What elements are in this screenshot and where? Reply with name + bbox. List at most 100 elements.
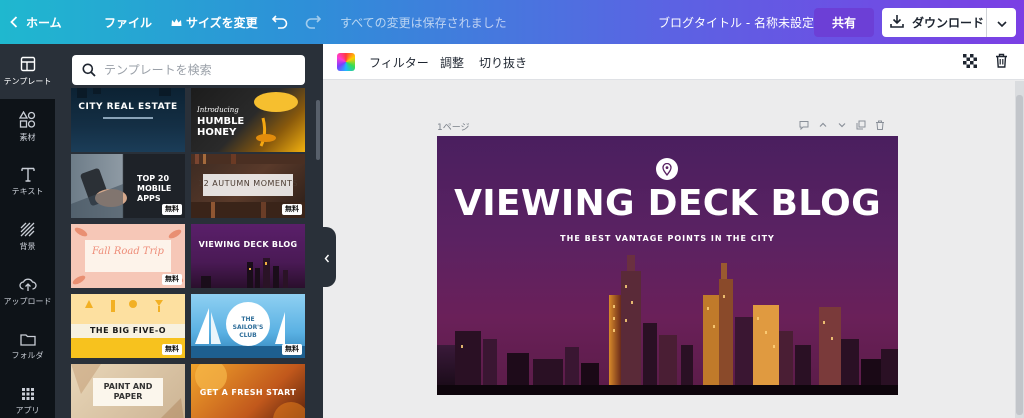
download-button-group: ダウンロード <box>882 8 1016 37</box>
template-thumbnail[interactable]: THE BIG FIVE-O 無料 <box>71 294 185 358</box>
editor-scrollbar-thumb[interactable] <box>1016 95 1023 415</box>
folder-icon <box>19 333 36 346</box>
template-thumbnail[interactable]: Fall Road Trip 無料 <box>71 224 185 288</box>
file-label: ファイル <box>104 15 153 30</box>
template-title: 12 AUTUMN MOMENTS <box>198 179 298 188</box>
file-menu-button[interactable]: ファイル <box>104 0 152 44</box>
rail-item-upload[interactable]: アップロード <box>0 264 55 319</box>
color-picker-button[interactable] <box>337 53 355 71</box>
rail-item-folder[interactable]: フォルダ <box>0 319 55 374</box>
page-label: 1ページ <box>437 123 470 133</box>
panel-scrollbar-thumb[interactable] <box>316 100 320 160</box>
document-title[interactable]: ブログタイトル - 名称未設定 <box>658 0 814 44</box>
rail-item-apps[interactable]: アプリ <box>0 374 55 418</box>
canvas-headline[interactable]: VIEWING DECK BLOG <box>437 183 898 224</box>
chevron-down-icon <box>996 16 1007 30</box>
side-rail: テンプレート 素材 テキスト 背景 アップロード フォルダ アプリ <box>0 44 55 418</box>
undo-button[interactable] <box>272 0 288 44</box>
background-icon <box>20 222 35 237</box>
template-thumbnail[interactable]: 12 AUTUMN MOMENTS 無料 <box>191 154 305 218</box>
canvas-subheadline[interactable]: THE BEST VANTAGE POINTS IN THE CITY <box>437 234 898 243</box>
rail-item-text[interactable]: テキスト <box>0 154 55 209</box>
apps-icon <box>21 387 35 401</box>
free-badge: 無料 <box>162 204 182 215</box>
template-thumbnail[interactable]: GET A FRESH START <box>191 364 305 418</box>
top-bar: ホーム ファイル サイズを変更 すべての変更は保存されました ブログタイトル -… <box>0 0 1024 44</box>
template-thumbnail[interactable]: Introducing HUMBLE HONEY <box>191 88 305 152</box>
template-title: PAINT AND PAPER <box>103 382 153 401</box>
trash-icon[interactable] <box>875 115 885 134</box>
free-badge: 無料 <box>282 344 302 355</box>
rail-item-background[interactable]: 背景 <box>0 209 55 264</box>
rail-label: 素材 <box>19 132 36 142</box>
chevron-left-icon <box>324 248 330 267</box>
template-title: Fall Road Trip <box>92 246 164 257</box>
city-skyline-graphic <box>201 258 288 288</box>
chevron-left-icon <box>10 16 18 28</box>
upload-icon <box>18 277 37 292</box>
crop-button[interactable]: 切り抜き <box>479 44 527 80</box>
share-label: 共有 <box>831 16 856 30</box>
rail-label: テンプレート <box>3 77 52 86</box>
rail-label: アップロード <box>3 296 52 306</box>
download-label: ダウンロード <box>912 16 985 30</box>
page-tools <box>799 118 885 130</box>
chevron-up-icon[interactable] <box>818 115 828 134</box>
template-search[interactable] <box>72 55 305 85</box>
transparency-button[interactable] <box>963 44 977 80</box>
search-input[interactable] <box>104 63 284 77</box>
resize-label: サイズを変更 <box>186 15 258 30</box>
template-thumbnail[interactable]: VIEWING DECK BLOG <box>191 224 305 288</box>
app-root: ホーム ファイル サイズを変更 すべての変更は保存されました ブログタイトル -… <box>0 0 1024 418</box>
free-badge: 無料 <box>282 204 302 215</box>
undo-icon <box>272 15 288 29</box>
template-panel: CITY REAL ESTATE Introducing HUMBLE HONE… <box>55 44 323 418</box>
editor-scrollbar-track[interactable] <box>1015 81 1024 418</box>
download-button[interactable]: ダウンロード <box>882 8 986 37</box>
template-kicker: Introducing <box>197 106 239 114</box>
template-divider <box>103 117 153 119</box>
template-thumbnail[interactable]: TOP 20 MOBILE APPS 無料 <box>71 154 185 218</box>
share-button[interactable]: 共有 <box>814 8 874 37</box>
delete-button[interactable] <box>995 44 1008 80</box>
download-icon <box>890 14 904 31</box>
home-button[interactable]: ホーム <box>10 0 62 44</box>
comment-icon[interactable] <box>799 115 809 134</box>
template-title: HUMBLE HONEY <box>197 116 245 138</box>
rail-label: テキスト <box>11 186 44 196</box>
elements-icon <box>19 110 36 128</box>
rail-item-templates[interactable]: テンプレート <box>0 44 55 99</box>
crown-icon <box>171 18 182 27</box>
template-title: THE BIG FIVE-O <box>89 326 167 335</box>
home-label: ホーム <box>26 15 62 30</box>
redo-icon <box>305 15 321 29</box>
template-thumbnail[interactable]: THE SAILOR'S CLUB 無料 <box>191 294 305 358</box>
duplicate-icon[interactable] <box>856 115 866 134</box>
chevron-down-icon[interactable] <box>837 115 847 134</box>
free-badge: 無料 <box>162 344 182 355</box>
template-thumbnail[interactable]: CITY REAL ESTATE <box>71 88 185 152</box>
template-thumbnail[interactable]: PAINT AND PAPER <box>71 364 185 418</box>
redo-button[interactable] <box>305 0 321 44</box>
search-icon <box>82 63 96 77</box>
download-options-button[interactable] <box>987 8 1016 37</box>
rail-item-elements[interactable]: 素材 <box>0 99 55 154</box>
rail-label: アプリ <box>15 406 40 415</box>
city-skyline-photo <box>437 255 898 395</box>
rail-label: フォルダ <box>11 350 44 360</box>
design-canvas[interactable]: VIEWING DECK BLOG THE BEST VANTAGE POINT… <box>437 136 898 395</box>
free-badge: 無料 <box>162 274 182 285</box>
template-title: THE SAILOR'S CLUB <box>232 316 264 339</box>
location-pin-icon <box>656 158 678 180</box>
editor-toolbar: フィルター 調整 切り抜き <box>323 44 1024 80</box>
transparency-icon <box>963 53 977 71</box>
collapse-panel-button[interactable] <box>318 227 336 287</box>
filter-button[interactable]: フィルター <box>369 44 429 80</box>
template-title: VIEWING DECK BLOG <box>198 240 298 249</box>
template-title: CITY REAL ESTATE <box>78 102 178 112</box>
text-icon <box>20 167 35 182</box>
template-icon <box>20 56 36 72</box>
adjust-button[interactable]: 調整 <box>440 44 464 80</box>
template-title: TOP 20 MOBILE APPS <box>137 174 172 203</box>
resize-button[interactable]: サイズを変更 <box>171 0 258 44</box>
